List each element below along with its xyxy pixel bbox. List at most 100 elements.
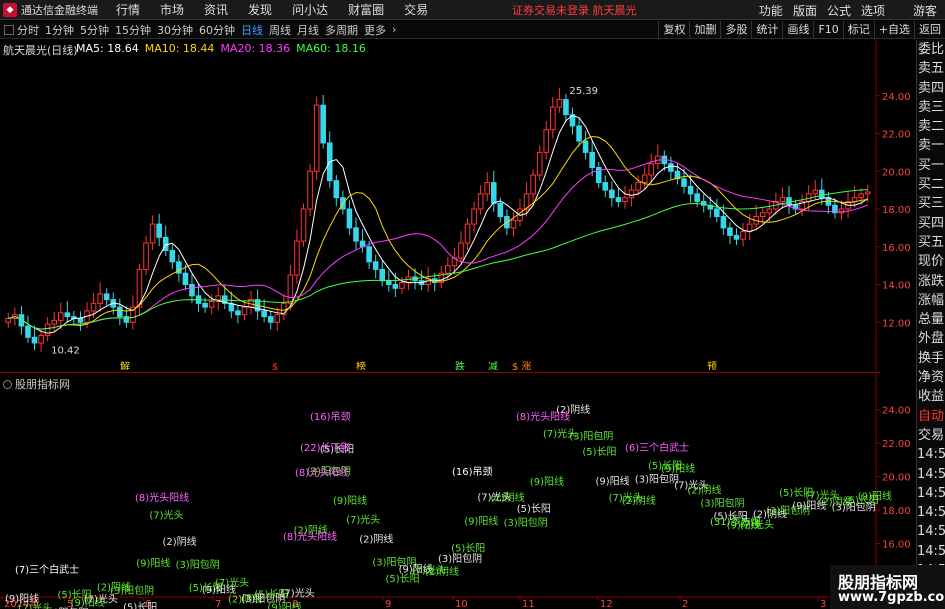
return-button[interactable]: 返回 [914, 21, 945, 39]
back-square-icon[interactable] [4, 24, 14, 35]
candle-body [582, 140, 589, 153]
side-turnover[interactable]: 换手 [917, 349, 945, 368]
candle-body [628, 189, 635, 199]
candle-body [622, 197, 628, 202]
menu-item-ask[interactable]: 问小达 [292, 1, 328, 18]
signal-label: (8)光头阳线 [516, 410, 570, 423]
menu-item-function[interactable]: 功能 [759, 2, 783, 19]
side-buy1[interactable]: 买一 [917, 156, 945, 175]
statistics-button[interactable]: 统计 [751, 21, 782, 39]
side-t3: 14:5 [917, 485, 945, 501]
side-auto[interactable]: 自动 [917, 407, 945, 426]
mark-button[interactable]: 标记 [842, 21, 874, 39]
signal-cloud-label: (2)阴线 [359, 532, 393, 545]
signal-label: (22)长下影 [300, 442, 351, 454]
candle-body [490, 182, 497, 204]
candle-body [294, 240, 300, 276]
candle-body [530, 174, 536, 195]
signal-label: (6)三个白武士 [625, 441, 689, 454]
candle-body [536, 151, 543, 176]
period-daily[interactable]: 日线 [241, 22, 263, 38]
menu-item-options[interactable]: 选项 [861, 2, 885, 19]
side-sell3[interactable]: 卖三 [917, 98, 945, 117]
candle-body [379, 268, 386, 282]
period-monthly[interactable]: 月线 [297, 22, 319, 38]
main-y-tick-label: 12.00 [882, 318, 911, 329]
candle-body [274, 314, 281, 323]
side-volume[interactable]: 总量 [917, 310, 945, 329]
side-buy2[interactable]: 买二 [917, 175, 945, 194]
side-income[interactable]: 收益 [917, 387, 945, 406]
adjust-button[interactable]: 复权 [658, 21, 689, 39]
draw-line-button[interactable]: 画线 [782, 21, 813, 39]
side-buy4[interactable]: 买四 [917, 214, 945, 233]
candle-body [576, 125, 582, 142]
add-watchlist-button[interactable]: +自选 [873, 21, 914, 39]
candlestick-chart[interactable]: 24.00 22.00 20.00 18.00 16.00 14.00 12.00 25.39… [0, 40, 915, 370]
candle-body [202, 302, 208, 308]
signal-label: (16)吊颈 [452, 466, 493, 478]
period-tick[interactable]: 分时 [17, 22, 39, 38]
candle-body [641, 174, 648, 184]
ma10-label: MA10: 18.44 [144, 42, 215, 55]
side-sell2[interactable]: 卖二 [917, 117, 945, 136]
indicator-settings-icon[interactable] [3, 379, 12, 389]
add-delete-button[interactable]: 加删 [689, 21, 720, 39]
signal-cloud-label: (7)光头 [281, 587, 315, 600]
candle-body [31, 336, 38, 344]
signal-cloud-label: (7)光头 [346, 513, 380, 526]
multi-stock-button[interactable]: 多股 [720, 21, 751, 39]
low-price-label: 10.42 [51, 346, 80, 357]
period-1min[interactable]: 1分钟 [45, 22, 74, 38]
side-sell5[interactable]: 卖五 [917, 59, 945, 78]
side-price[interactable]: 现价 [917, 252, 945, 271]
side-netasset[interactable]: 净资 [917, 368, 945, 387]
event-marker: 跌 [455, 360, 465, 370]
candle-body [156, 223, 162, 238]
side-sell4[interactable]: 卖四 [917, 79, 945, 98]
signal-cloud-label: (2)阴线 [490, 491, 524, 504]
main-y-tick-label: 24.00 [882, 92, 911, 103]
period-more[interactable]: 更多 [364, 22, 386, 38]
side-buy3[interactable]: 买三 [917, 194, 945, 213]
indicator-title: 股朋指标网 [3, 376, 70, 392]
side-trade[interactable]: 交易 [917, 426, 945, 445]
menu-item-formula[interactable]: 公式 [827, 2, 851, 19]
f10-button[interactable]: F10 [813, 21, 842, 39]
period-30min[interactable]: 30分钟 [157, 22, 193, 38]
side-sell1[interactable]: 卖一 [917, 136, 945, 155]
menu-item-market[interactable]: 市场 [160, 1, 184, 18]
candle-body [445, 265, 451, 274]
candle-body [733, 234, 740, 240]
login-status[interactable]: 证券交易未登录 航天晨光 [512, 2, 637, 18]
signal-cloud-label: (5)长阳 [582, 446, 616, 458]
period-15min[interactable]: 15分钟 [115, 22, 151, 38]
side-pct[interactable]: 涨幅 [917, 291, 945, 310]
menu-item-discover[interactable]: 发现 [248, 1, 272, 18]
candle-body [208, 300, 215, 308]
period-weekly[interactable]: 周线 [269, 22, 291, 38]
side-t1: 14:5 [917, 447, 945, 463]
period-5min[interactable]: 5分钟 [80, 22, 109, 38]
candle-body [714, 208, 720, 218]
period-60min[interactable]: 60分钟 [199, 22, 235, 38]
guest-button[interactable]: 游客 [913, 2, 937, 19]
signal-label: (8)光头阳线 [135, 491, 189, 504]
menu-item-layout[interactable]: 版面 [793, 2, 817, 19]
indicator-chart[interactable]: 24.0022.0020.0018.0016.0014.002024年56789… [0, 373, 915, 609]
side-weibi[interactable]: 委比 [917, 40, 945, 59]
menu-item-wealth[interactable]: 财富圈 [348, 1, 384, 18]
chevron-right-icon[interactable]: › [392, 23, 396, 36]
side-buy5[interactable]: 买五 [917, 233, 945, 252]
menu-item-trade[interactable]: 交易 [404, 1, 428, 18]
signal-cloud-label: (9)阳线 [595, 475, 629, 488]
menu-item-news[interactable]: 资讯 [204, 1, 228, 18]
menu-item-hangqing[interactable]: 行情 [116, 1, 140, 18]
side-change[interactable]: 涨跌 [917, 272, 945, 291]
period-multi[interactable]: 多周期 [325, 22, 358, 38]
side-outer[interactable]: 外盘 [917, 329, 945, 348]
signal-label: (31)多方炮 [710, 515, 761, 528]
candle-body [786, 197, 792, 206]
candle-body [300, 208, 307, 242]
candle-body [818, 189, 825, 199]
